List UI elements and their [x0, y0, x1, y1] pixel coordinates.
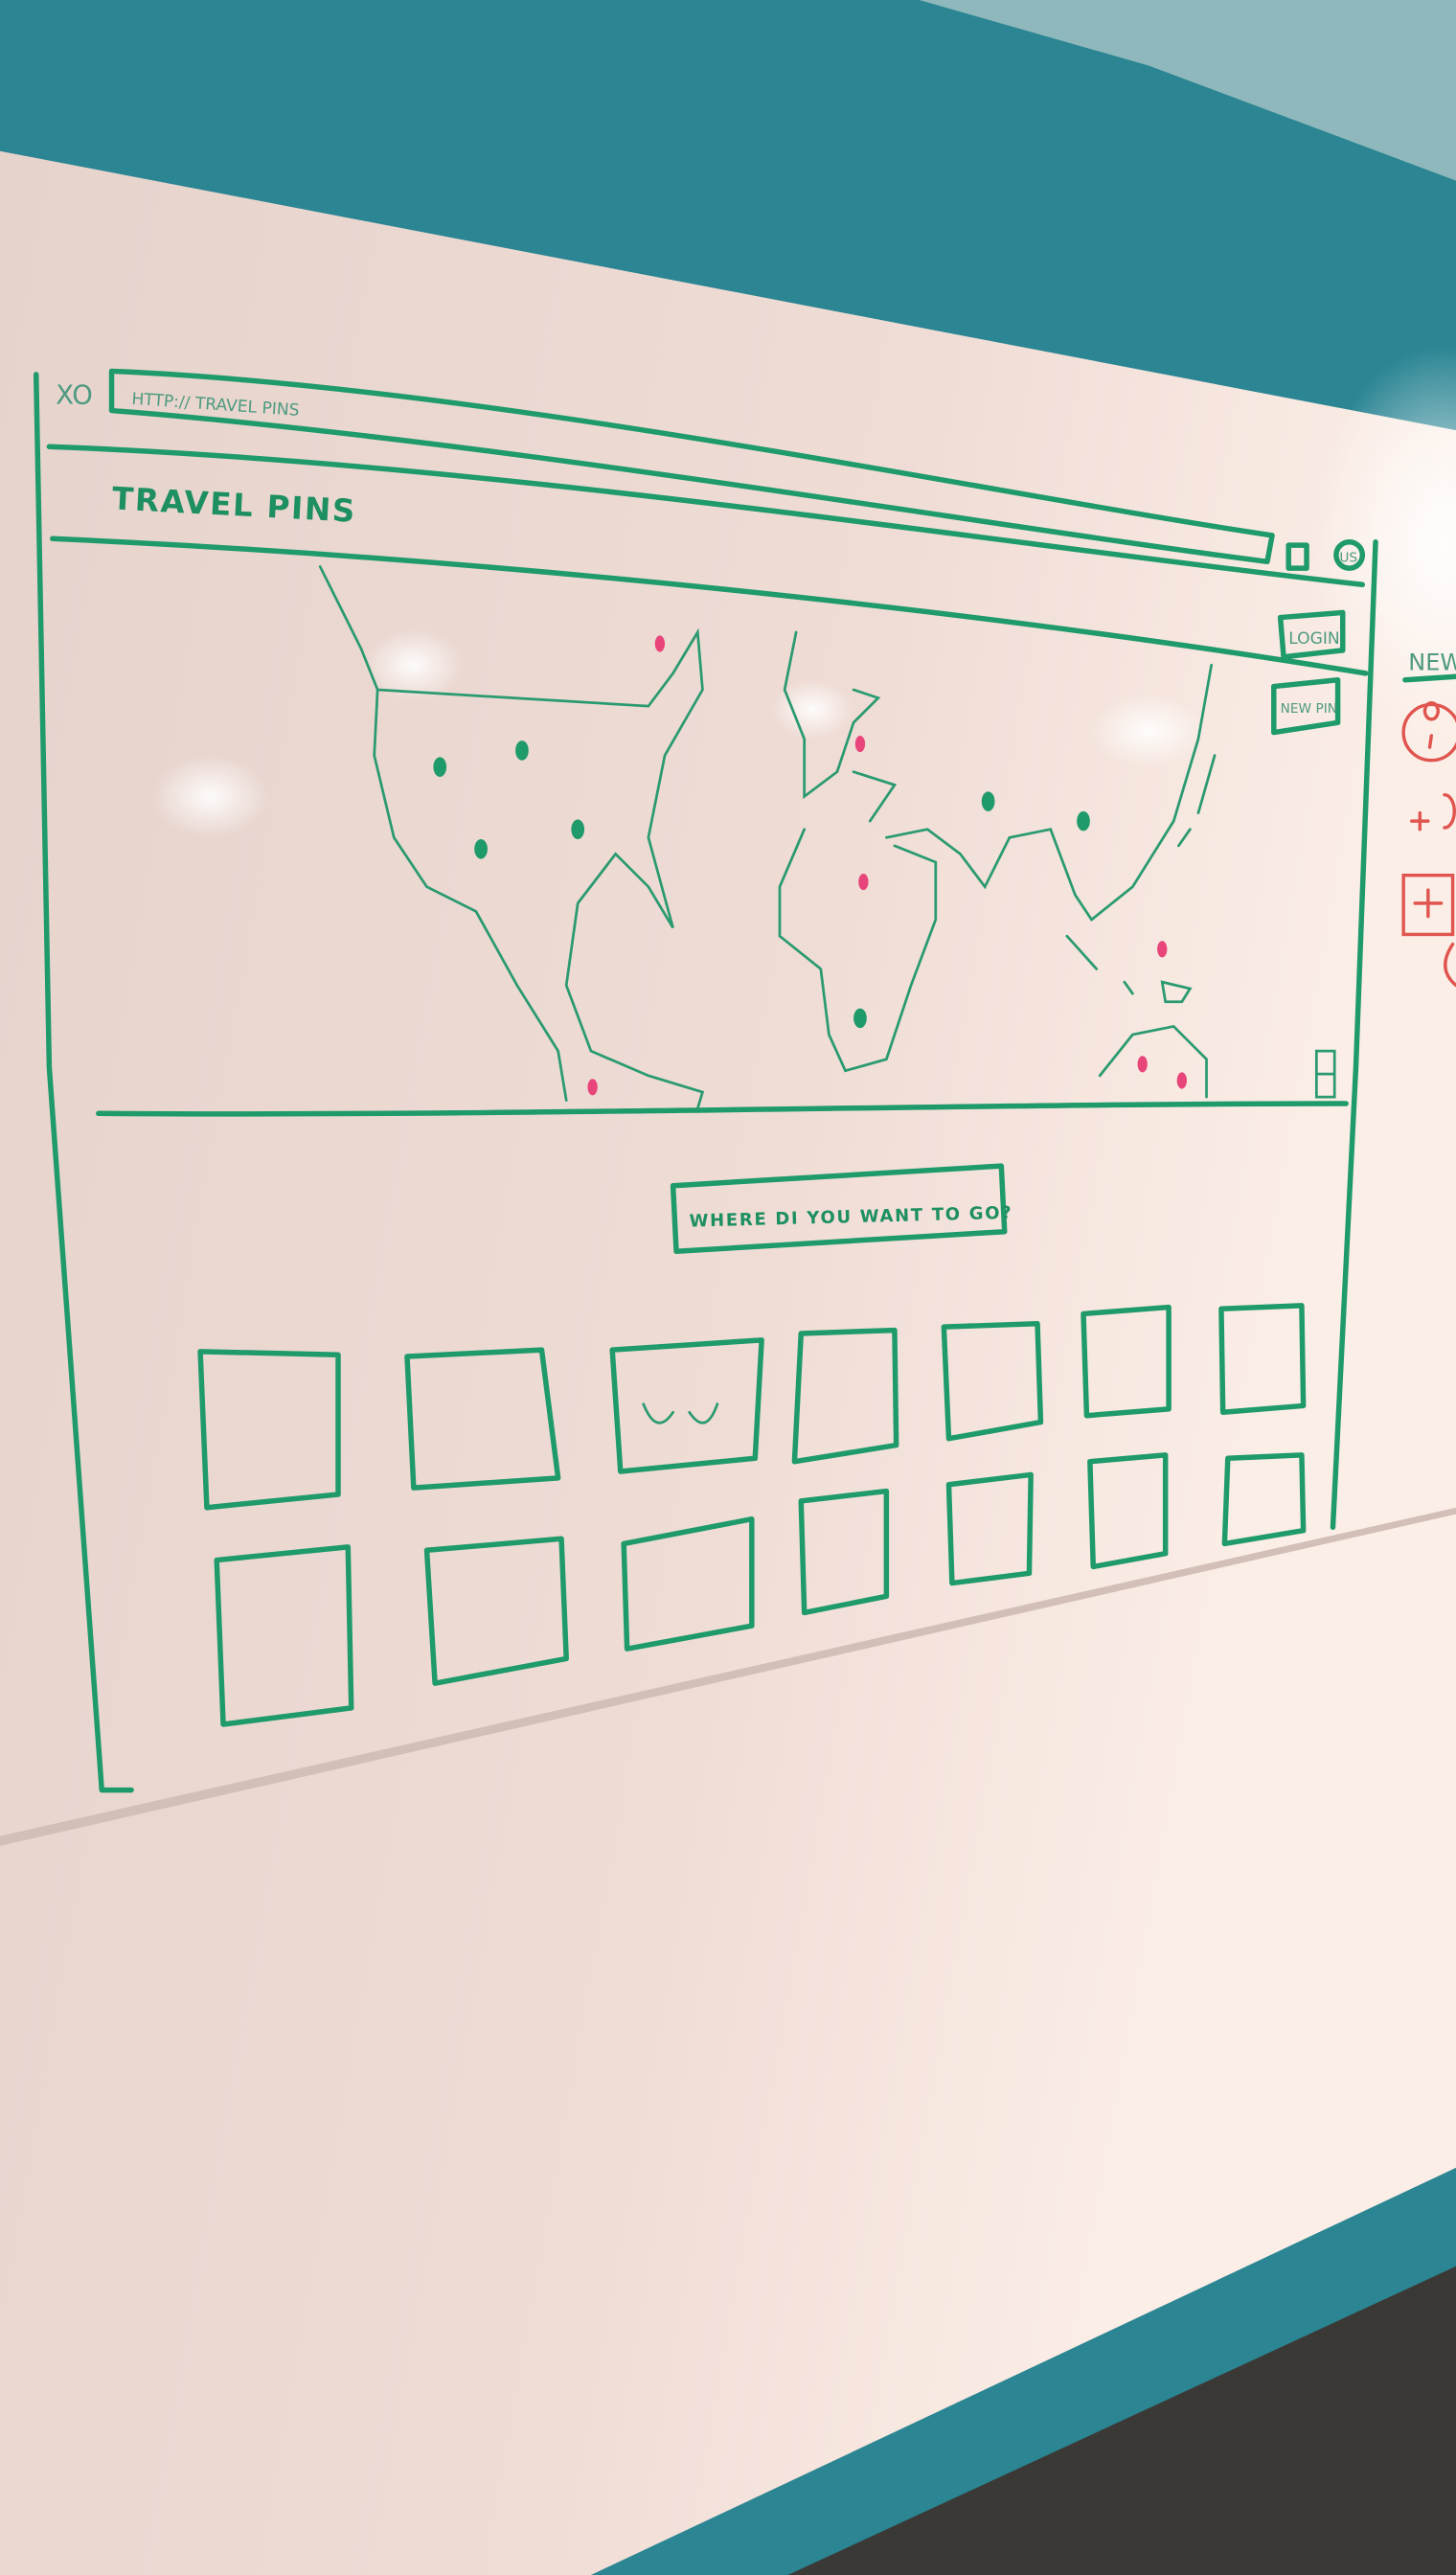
light-glare [152, 755, 268, 838]
svg-text:NEW PIN: NEW PIN [1281, 701, 1337, 717]
light-glare [1091, 695, 1207, 767]
svg-text:US: US [1339, 550, 1357, 565]
whiteboard-photo: XO HTTP:// TRAVEL PINS US TRAVEL PINS LO… [0, 0, 1456, 2575]
svg-text:LOGIN: LOGIN [1288, 629, 1340, 649]
window-controls[interactable]: XO [56, 381, 93, 411]
svg-text:NEW: NEW [1408, 649, 1456, 675]
